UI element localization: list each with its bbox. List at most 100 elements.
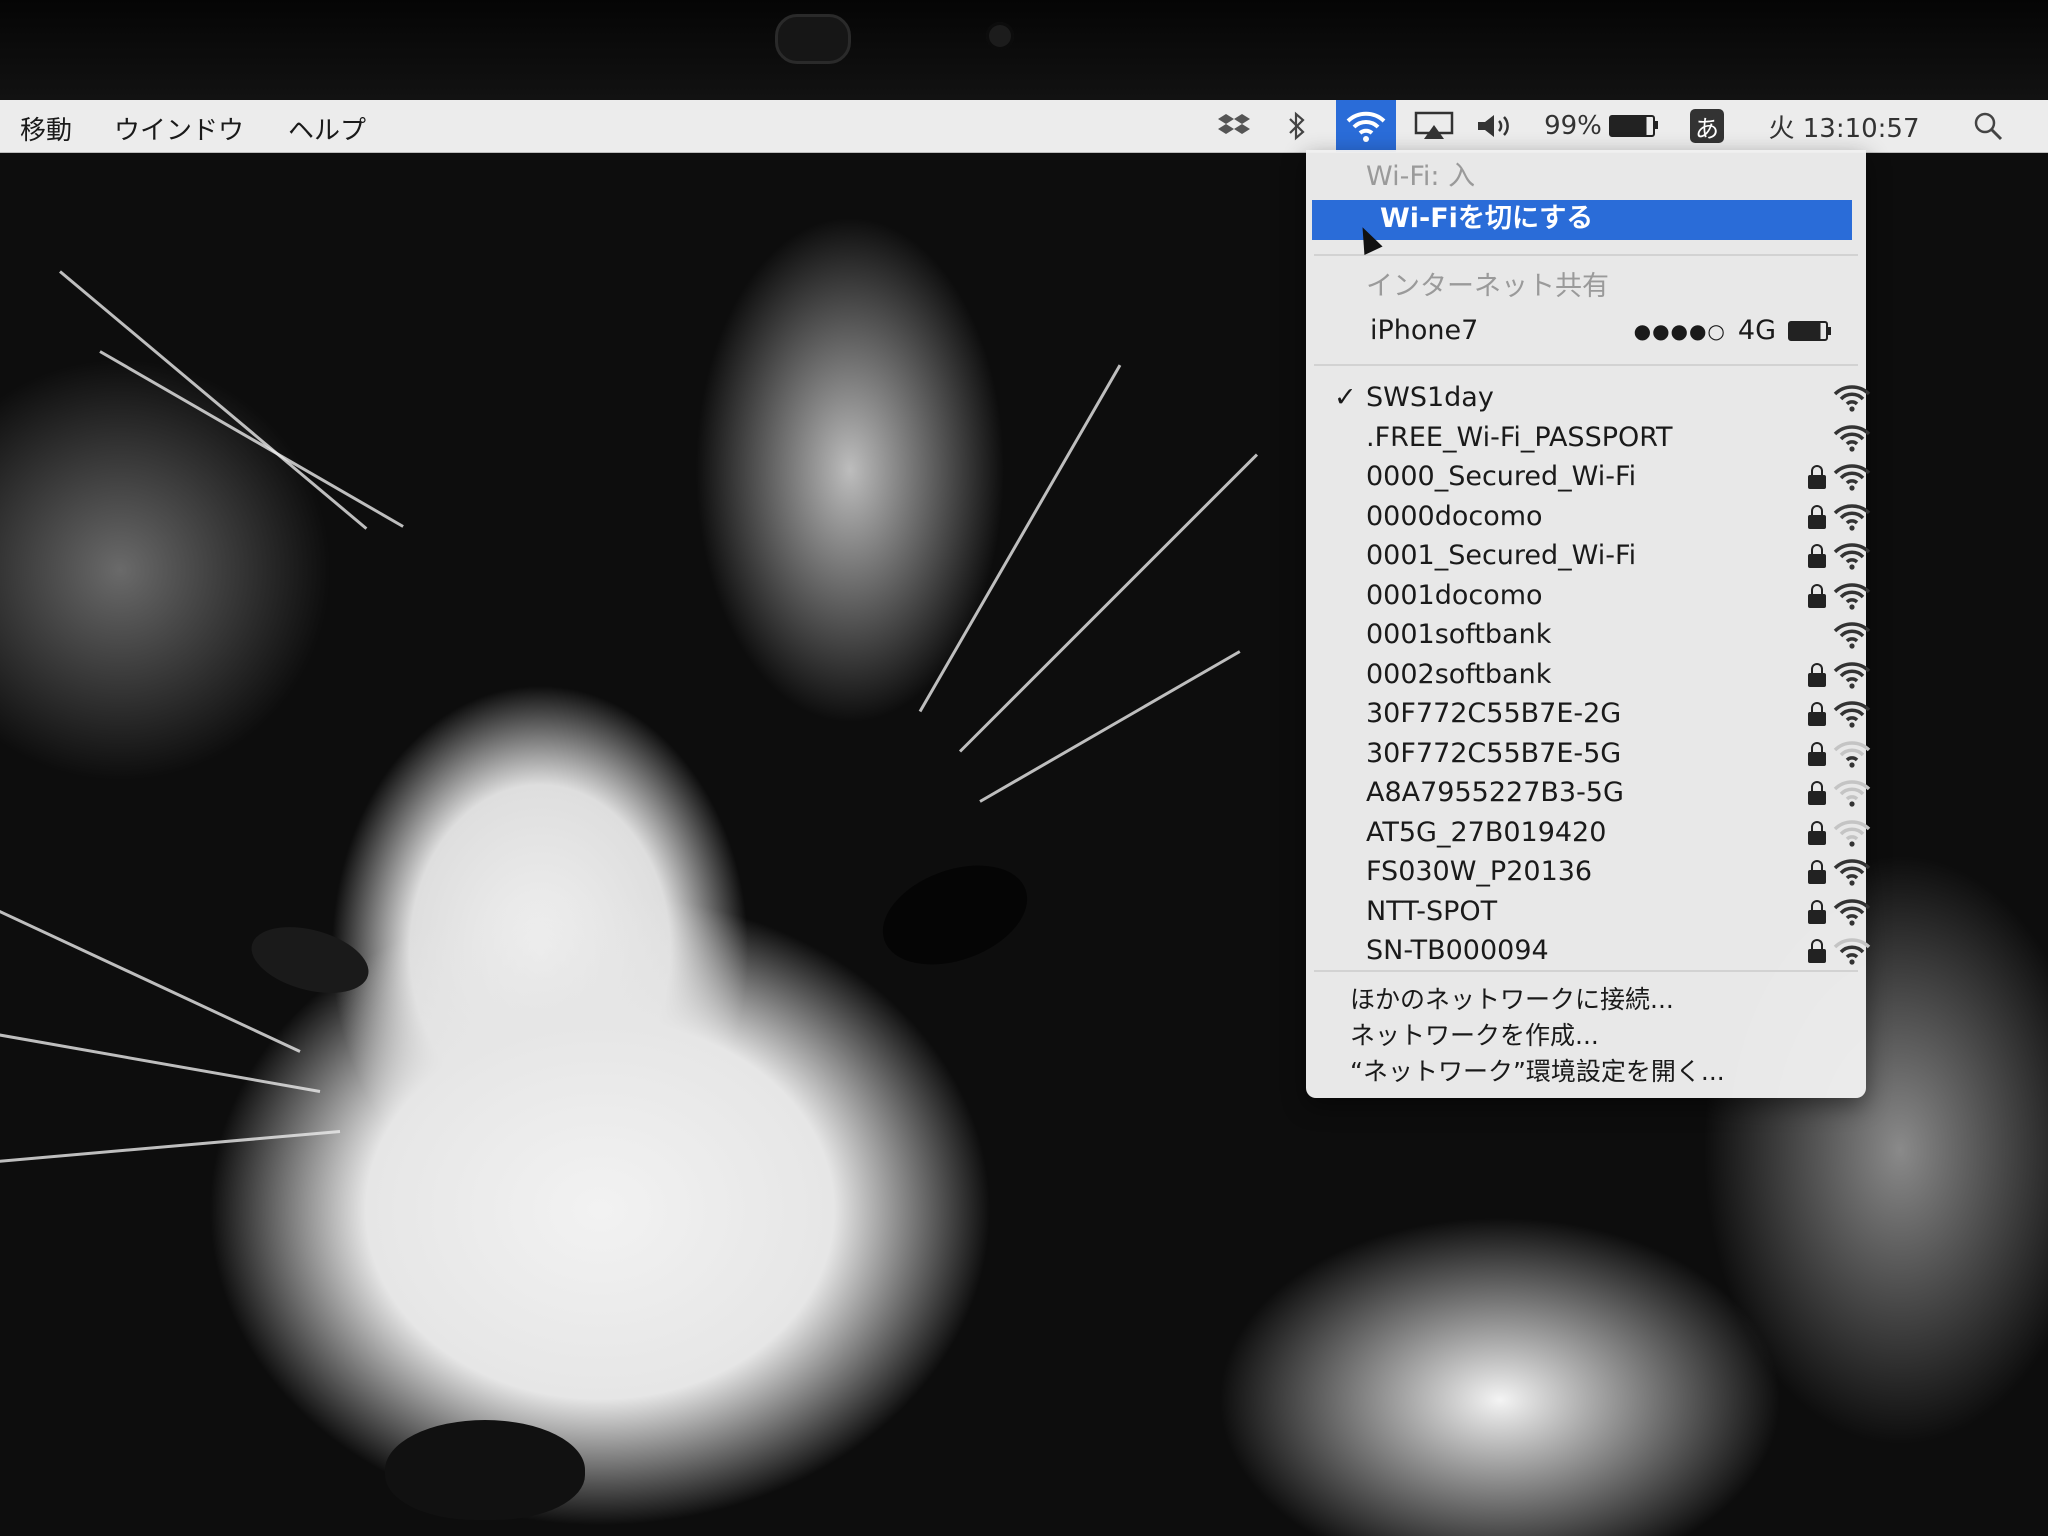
lock-icon (1808, 662, 1826, 687)
hotspot-info: ●●●●○ 4G (1633, 312, 1831, 350)
wifi-signal-strength-icon (1832, 898, 1872, 926)
wallpaper-cat-nose (385, 1420, 585, 1520)
battery-percent: 99% (1544, 111, 1602, 141)
wifi-network-name: 0001softbank (1366, 619, 1552, 650)
wifi-network-name: SWS1day (1366, 382, 1494, 413)
wifi-network-item[interactable]: ✓ SWS1day (1306, 378, 1871, 418)
wallpaper-whisker (0, 1024, 321, 1093)
lock-icon (1808, 702, 1826, 726)
battery-icon[interactable] (1606, 108, 1658, 144)
wallpaper-whisker (0, 872, 301, 1053)
lock-icon (1808, 939, 1826, 963)
menu-help[interactable]: ヘルプ (288, 110, 366, 147)
wifi-network-name: FS030W_P20136 (1366, 856, 1593, 887)
wifi-signal-strength-icon (1832, 463, 1872, 491)
wifi-network-item[interactable]: A8A7955227B3-5G (1306, 773, 1871, 813)
open-network-preferences-item[interactable]: “ネットワーク”環境設定を開く... (1306, 1054, 1866, 1090)
wifi-network-item[interactable]: 0001softbank (1306, 615, 1871, 655)
camera-lens (986, 22, 1014, 50)
wifi-status-text: Wi-Fi: 入 (1366, 161, 1476, 192)
wallpaper-whisker (0, 1130, 341, 1165)
wifi-signal-strength-icon (1832, 779, 1872, 807)
wifi-network-name: 0000docomo (1366, 500, 1543, 532)
menu-separator (1314, 254, 1858, 256)
laptop-bezel (0, 0, 2048, 100)
wifi-network-name: 0002softbank (1366, 658, 1552, 690)
input-method-icon[interactable]: あ (1690, 109, 1724, 143)
wifi-status-label: Wi-Fi: 入 (1306, 158, 1866, 196)
wifi-network-name: A8A7955227B3-5G (1366, 777, 1624, 808)
wifi-network-item[interactable]: 0001docomo (1306, 576, 1871, 616)
wifi-signal-strength-icon (1832, 661, 1872, 689)
hotspot-name: iPhone7 (1370, 315, 1479, 346)
menu-separator (1314, 970, 1858, 972)
wallpaper-whisker (958, 453, 1259, 753)
lock-icon (1808, 583, 1826, 608)
hotspot-iphone7[interactable]: iPhone7 ●●●●○ 4G (1306, 312, 1866, 350)
spotlight-search-icon[interactable] (1970, 108, 2006, 144)
wifi-network-name: 30F772C55B7E-2G (1366, 698, 1622, 729)
wifi-icon[interactable] (1336, 100, 1396, 152)
create-network-label: ネットワークを作成... (1350, 1021, 1599, 1050)
wifi-network-item[interactable]: 0000_Secured_Wi-Fi (1306, 457, 1871, 497)
wifi-signal-strength-icon (1832, 937, 1872, 965)
lock-icon (1808, 544, 1826, 568)
lock-icon (1808, 899, 1826, 924)
wifi-network-name: 30F772C55B7E-5G (1366, 737, 1622, 769)
open-network-preferences-label: “ネットワーク”環境設定を開く... (1350, 1057, 1725, 1086)
bluetooth-icon[interactable] (1282, 108, 1312, 144)
photo-of-mac-screen: 移動 ウインドウ ヘルプ 99% あ 火 13:10:57 Wi-Fi: 入 W… (0, 0, 2048, 1536)
wifi-network-item[interactable]: 0001_Secured_Wi-Fi (1306, 536, 1871, 576)
turn-wifi-off-item[interactable]: Wi-Fiを切にする (1312, 200, 1852, 240)
wifi-network-item[interactable]: 30F772C55B7E-5G (1306, 734, 1871, 774)
wifi-network-name: SN-TB000094 (1366, 935, 1549, 966)
wifi-signal-strength-icon (1832, 819, 1872, 847)
volume-icon[interactable] (1474, 108, 1518, 144)
lock-icon (1808, 781, 1826, 805)
wifi-signal-strength-icon (1832, 542, 1872, 570)
menu-window[interactable]: ウインドウ (114, 110, 244, 147)
wifi-network-item[interactable]: NTT-SPOT (1306, 892, 1871, 932)
airplay-icon[interactable] (1412, 108, 1456, 144)
menu-separator (1314, 364, 1858, 366)
wifi-signal-strength-icon (1832, 621, 1872, 649)
join-other-network-label: ほかのネットワークに接続... (1350, 985, 1674, 1014)
wifi-signal-strength-icon (1832, 858, 1872, 886)
lock-icon (1808, 741, 1826, 766)
wifi-signal-strength-icon (1832, 424, 1872, 452)
wifi-dropdown-menu: Wi-Fi: 入 Wi-Fiを切にする インターネット共有 iPhone7 ●●… (1306, 150, 1871, 1098)
hotspot-battery-icon (1788, 321, 1831, 341)
wallpaper-whisker (59, 270, 368, 530)
menu-go[interactable]: 移動 (20, 110, 72, 147)
create-network-item[interactable]: ネットワークを作成... (1306, 1018, 1866, 1054)
wifi-signal-strength-icon (1832, 700, 1872, 728)
wallpaper-whisker (918, 364, 1122, 713)
personal-hotspot-header: インターネット共有 (1306, 268, 1866, 306)
wifi-network-item[interactable]: 0002softbank (1306, 655, 1871, 695)
wifi-network-item[interactable]: AT5G_27B019420 (1306, 813, 1871, 853)
bezel-detail (775, 14, 851, 64)
cellular-signal-dots: ●●●●○ (1633, 319, 1726, 343)
wallpaper-cat-eye (869, 847, 1041, 983)
wifi-network-item[interactable]: .FREE_Wi-Fi_PASSPORT (1306, 418, 1871, 458)
turn-wifi-off-label: Wi-Fiを切にする (1380, 203, 1594, 234)
wifi-network-item[interactable]: SN-TB000094 (1306, 931, 1871, 971)
wifi-network-item[interactable]: 0000docomo (1306, 497, 1871, 537)
dropbox-icon[interactable] (1216, 108, 1252, 144)
menubar-clock[interactable]: 火 13:10:57 (1754, 108, 1934, 144)
wifi-signal-strength-icon (1832, 740, 1872, 768)
join-other-network-item[interactable]: ほかのネットワークに接続... (1306, 982, 1866, 1018)
wifi-signal-strength-icon (1832, 384, 1872, 412)
lock-icon (1808, 465, 1826, 489)
wifi-network-item[interactable]: FS030W_P20136 (1306, 852, 1871, 892)
wifi-network-item[interactable]: 30F772C55B7E-2G (1306, 694, 1871, 734)
lock-icon (1808, 860, 1826, 884)
wallpaper-whisker (979, 650, 1241, 803)
wifi-signal-strength-icon (1832, 503, 1872, 531)
menu-bar: 移動 ウインドウ ヘルプ 99% あ 火 13:10:57 (0, 100, 2048, 153)
wallpaper-cat-eye (244, 915, 376, 1005)
wifi-signal-strength-icon (1832, 582, 1872, 610)
lock-icon (1808, 504, 1826, 529)
wifi-network-name: 0001docomo (1366, 579, 1543, 611)
connected-checkmark-icon: ✓ (1334, 382, 1357, 413)
